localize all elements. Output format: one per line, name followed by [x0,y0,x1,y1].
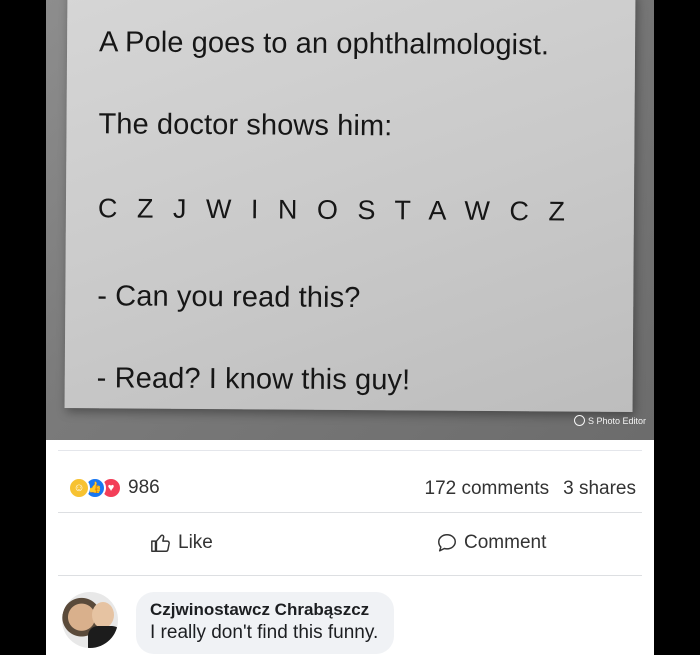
joke-line-2: The doctor shows him: [98,108,393,143]
joke-line-4: - Read? I know this guy! [96,362,411,397]
like-button[interactable]: Like [150,532,213,554]
joke-line-1: A Pole goes to an ophthalmologist. [98,26,550,62]
comment-bubble: Czjwinostawcz Chrabąszcz I really don't … [136,592,395,654]
comment-bubble-icon [438,534,456,552]
photo-editor-watermark: S Photo Editor [573,415,646,426]
avatar[interactable] [62,592,118,648]
comment-button[interactable]: Comment [436,532,546,554]
post-actions: Like Comment [46,512,654,576]
joke-line-3: - Can you read this? [97,280,361,315]
like-label: Like [178,532,213,553]
comment-label: Comment [464,532,547,553]
joke-note: A Pole goes to an ophthalmologist. The d… [64,0,636,412]
thumbs-up-icon [151,534,170,552]
comment-author[interactable]: Czjwinostawcz Chrabąszcz [150,600,378,620]
avatar-second-face [92,602,114,628]
comments-count-link[interactable]: 172 comments [425,478,550,500]
eye-chart-letters: C Z J W I N O S T A W C Z [97,193,572,227]
post-photo[interactable]: A Pole goes to an ophthalmologist. The d… [46,0,654,440]
avatar-suit [88,626,118,648]
comment-section: Czjwinostawcz Chrabąszcz I really don't … [46,576,654,655]
camera-icon [573,415,585,426]
engagement-counts: 172 comments 3 shares [425,478,637,500]
post-card: A Pole goes to an ophthalmologist. The d… [46,0,654,655]
reactions-summary[interactable]: ☺ 👍 ♥ 986 [68,477,160,499]
actions-top-divider [58,512,642,513]
haha-reaction-icon: ☺ [68,477,90,499]
stats-top-divider [58,450,642,451]
comment-text: I really don't find this funny. [150,622,379,643]
shares-count-link[interactable]: 3 shares [563,478,636,500]
reaction-count: 986 [128,477,160,498]
post-stats: ☺ 👍 ♥ 986 172 comments 3 shares [46,440,654,512]
watermark-text: S Photo Editor [587,415,646,426]
